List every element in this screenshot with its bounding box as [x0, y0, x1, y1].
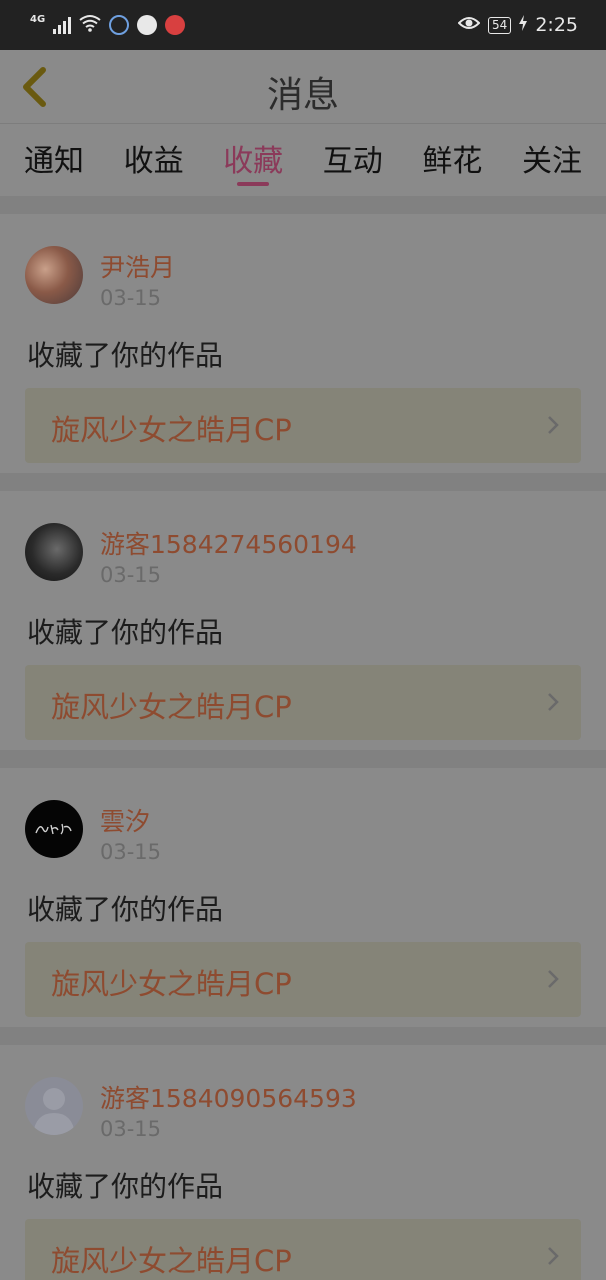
list-item: 雲汐 03-15 收藏了你的作品 旋风少女之皓月CP: [0, 768, 606, 1027]
work-title: 旋风少女之皓月CP: [51, 690, 292, 724]
work-link[interactable]: 旋风少女之皓月CP: [25, 942, 581, 1017]
action-text: 收藏了你的作品: [27, 339, 224, 372]
tab-follows[interactable]: 关注: [522, 124, 582, 196]
app-notification-icon: [109, 15, 130, 35]
tab-bar: 通知 收益 收藏 互动 鲜花 关注: [0, 124, 606, 196]
divider: [0, 1027, 606, 1045]
music-app-icon: [165, 15, 186, 35]
chevron-right-icon: [548, 970, 559, 988]
network-type: 4G: [30, 13, 46, 25]
avatar[interactable]: [25, 246, 83, 304]
list-item: 游客1584090564593 03-15 收藏了你的作品 旋风少女之皓月CP: [0, 1045, 606, 1280]
work-title: 旋风少女之皓月CP: [51, 413, 292, 447]
user-name[interactable]: 游客1584090564593: [100, 1079, 357, 1115]
chevron-right-icon: [548, 1247, 559, 1265]
list-item: 尹浩月 03-15 收藏了你的作品 旋风少女之皓月CP: [0, 214, 606, 473]
calligraphy-logo-icon: [35, 823, 72, 835]
status-bar-left: 4G: [30, 13, 186, 36]
avatar[interactable]: [25, 523, 83, 581]
avatar[interactable]: [25, 800, 83, 858]
wifi-icon: [79, 14, 101, 36]
tab-notifications[interactable]: 通知: [24, 124, 84, 196]
divider: [0, 750, 606, 768]
chevron-right-icon: [548, 693, 559, 711]
tab-flowers[interactable]: 鲜花: [422, 124, 482, 196]
user-name[interactable]: 尹浩月: [100, 248, 175, 284]
chevron-right-icon: [548, 416, 559, 434]
work-link[interactable]: 旋风少女之皓月CP: [25, 1219, 581, 1280]
list-item: 游客1584274560194 03-15 收藏了你的作品 旋风少女之皓月CP: [0, 491, 606, 750]
action-text: 收藏了你的作品: [27, 1170, 224, 1203]
status-bar: 4G 54 2:25: [0, 0, 606, 50]
message-list: 尹浩月 03-15 收藏了你的作品 旋风少女之皓月CP 游客1584274560…: [0, 196, 606, 1280]
action-text: 收藏了你的作品: [27, 616, 224, 649]
work-title: 旋风少女之皓月CP: [51, 967, 292, 1001]
divider: [0, 196, 606, 214]
top-bar: 消息: [0, 50, 606, 124]
timestamp: 03-15: [100, 286, 162, 310]
signal-icon: [53, 16, 72, 34]
action-text: 收藏了你的作品: [27, 893, 224, 926]
divider: [0, 473, 606, 491]
work-link[interactable]: 旋风少女之皓月CP: [25, 388, 581, 463]
user-name[interactable]: 雲汐: [100, 802, 150, 838]
tab-earnings[interactable]: 收益: [124, 124, 184, 196]
work-link[interactable]: 旋风少女之皓月CP: [25, 665, 581, 740]
battery-icon: 54: [488, 16, 512, 34]
default-user-icon: [33, 1088, 75, 1135]
timestamp: 03-15: [100, 563, 162, 587]
work-title: 旋风少女之皓月CP: [51, 1244, 292, 1278]
timestamp: 03-15: [100, 1117, 162, 1141]
eye-comfort-icon: [457, 15, 481, 35]
timestamp: 03-15: [100, 840, 162, 864]
charging-icon: [519, 15, 528, 35]
bird-app-icon: [137, 15, 158, 35]
status-bar-right: 54 2:25: [457, 14, 578, 36]
tab-interactions[interactable]: 互动: [323, 124, 383, 196]
user-name[interactable]: 游客1584274560194: [100, 525, 357, 561]
avatar[interactable]: [25, 1077, 83, 1135]
tab-favorites[interactable]: 收藏: [223, 124, 283, 196]
clock: 2:25: [535, 14, 578, 36]
page-title: 消息: [266, 75, 339, 116]
